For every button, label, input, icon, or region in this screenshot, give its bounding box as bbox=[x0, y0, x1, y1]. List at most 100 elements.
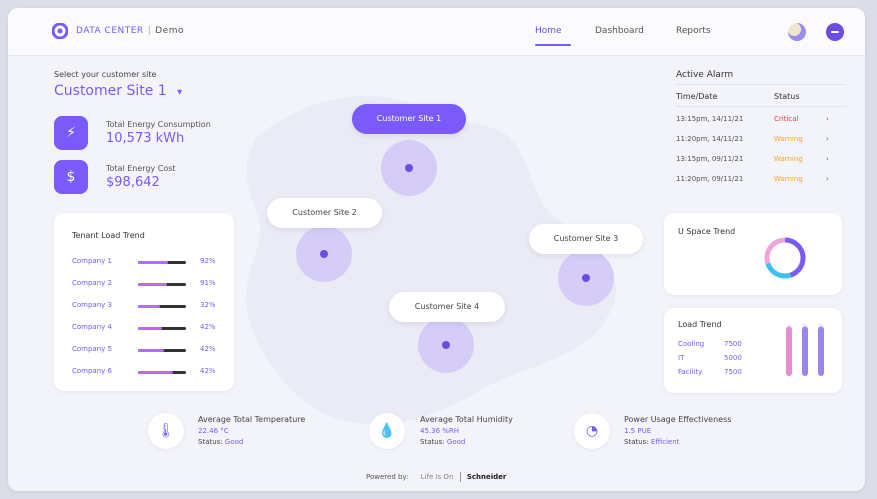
tenant-row: Company 3 32% bbox=[72, 301, 232, 313]
tenant-row: Company 2 91% bbox=[72, 279, 232, 291]
temperature-value: 22.46 °C bbox=[198, 427, 229, 435]
alarm-title: Active Alarm bbox=[676, 70, 734, 80]
tenant-bar-fill bbox=[138, 371, 173, 374]
humidity-status: Status: Good bbox=[420, 438, 465, 446]
site-4-label[interactable]: Customer Site 4 bbox=[389, 292, 505, 322]
site-4-marker[interactable] bbox=[418, 317, 474, 373]
chevron-right-icon[interactable]: › bbox=[826, 175, 829, 183]
tenant-bar-fill bbox=[138, 283, 167, 286]
humidity-status-value: Good bbox=[446, 438, 466, 446]
humidity-value: 45.36 %RH bbox=[420, 427, 460, 435]
nav-reports[interactable]: Reports bbox=[676, 26, 711, 36]
load-bar bbox=[802, 326, 808, 376]
footer-vendor-logo: Schneider bbox=[466, 473, 507, 481]
tenant-name: Company 2 bbox=[72, 279, 112, 287]
alarm-status: Warning bbox=[774, 155, 803, 163]
site-selector[interactable]: Customer Site 1 ▾ bbox=[54, 83, 182, 99]
load-row-value: 5000 bbox=[724, 354, 742, 362]
tenant-bar-fill bbox=[138, 349, 165, 352]
tenant-bar bbox=[138, 305, 186, 308]
load-row-name: Cooling bbox=[678, 340, 705, 348]
tenant-row: Company 1 92% bbox=[72, 257, 232, 269]
tenant-bar bbox=[138, 349, 186, 352]
tenant-pct: 32% bbox=[200, 301, 216, 309]
footer-divider bbox=[459, 472, 461, 482]
humidity-status-label: Status: bbox=[420, 438, 445, 446]
site-2-marker[interactable] bbox=[296, 226, 352, 282]
dollar-icon: $ bbox=[54, 160, 88, 194]
tenant-name: Company 6 bbox=[72, 367, 112, 375]
tenant-name: Company 4 bbox=[72, 323, 112, 331]
site-3-label[interactable]: Customer Site 3 bbox=[529, 224, 643, 254]
user-avatar-icon[interactable] bbox=[826, 23, 844, 41]
load-row-value: 7500 bbox=[724, 368, 742, 376]
site-1-marker[interactable] bbox=[381, 140, 437, 196]
brand-separator: | bbox=[147, 26, 152, 36]
app-brand: DATA CENTER | Demo bbox=[76, 26, 184, 36]
tenant-pct: 91% bbox=[200, 279, 216, 287]
nav-active-underline bbox=[535, 44, 571, 46]
pue-value: 1.5 PUE bbox=[624, 427, 652, 435]
top-bar: DATA CENTER | Demo Home Dashboard Reports bbox=[8, 8, 865, 56]
alarm-header-divider bbox=[676, 106, 846, 107]
tenant-load-card: Tenant Load Trend Company 1 92% Company 2 9… bbox=[54, 213, 234, 391]
thermometer-icon: 🌡 bbox=[148, 413, 184, 449]
theme-toggle-icon[interactable] bbox=[788, 23, 806, 41]
humidity-title: Average Total Humidity bbox=[420, 415, 513, 424]
kpi-energy-value: 10,573 kWh bbox=[106, 131, 185, 146]
alarm-col-time: Time/Date bbox=[676, 92, 718, 101]
tenant-bar-fill bbox=[138, 261, 168, 264]
alarm-status: Warning bbox=[774, 135, 803, 143]
gauge-icon: ◔ bbox=[574, 413, 610, 449]
chevron-right-icon[interactable]: › bbox=[826, 115, 829, 123]
chevron-right-icon[interactable]: › bbox=[826, 155, 829, 163]
kpi-cost-title: Total Energy Cost bbox=[106, 164, 176, 173]
uspace-donut bbox=[764, 237, 806, 279]
tenant-bar bbox=[138, 327, 186, 330]
alarm-divider bbox=[676, 84, 846, 85]
site-1-label[interactable]: Customer Site 1 bbox=[352, 104, 466, 134]
load-bar bbox=[786, 326, 792, 376]
tenant-load-title: Tenant Load Trend bbox=[72, 231, 145, 240]
uspace-card: U Space Trend bbox=[664, 213, 842, 295]
nav-home[interactable]: Home bbox=[535, 26, 562, 36]
tenant-bar-fill bbox=[138, 327, 162, 330]
tenant-pct: 42% bbox=[200, 323, 216, 331]
logo-icon bbox=[52, 23, 68, 39]
site-2-label[interactable]: Customer Site 2 bbox=[267, 198, 382, 228]
temperature-status-label: Status: bbox=[198, 438, 223, 446]
site-selected-value: Customer Site 1 bbox=[54, 83, 167, 99]
site-3-marker[interactable] bbox=[558, 250, 614, 306]
alarm-col-status: Status bbox=[774, 92, 800, 101]
pue-status-value: Efficient bbox=[650, 438, 680, 446]
tenant-row: Company 6 42% bbox=[72, 367, 232, 379]
temperature-title: Average Total Temperature bbox=[198, 415, 306, 424]
footer-partner-logo: Life Is On bbox=[420, 473, 454, 481]
tenant-name: Company 1 bbox=[72, 257, 112, 265]
load-trend-title: Load Trend bbox=[678, 320, 722, 329]
pue-status-label: Status: bbox=[624, 438, 649, 446]
alarm-status: Warning bbox=[774, 175, 803, 183]
footer: Powered by: Life Is On Schneider bbox=[366, 472, 506, 482]
uspace-title: U Space Trend bbox=[678, 227, 736, 236]
tenant-name: Company 3 bbox=[72, 301, 112, 309]
alarm-status: Critical bbox=[774, 115, 799, 123]
chevron-down-icon: ▾ bbox=[177, 87, 183, 98]
energy-plug-icon: ⚡ bbox=[54, 116, 88, 150]
site-select-label: Select your customer site bbox=[54, 70, 157, 79]
tenant-pct: 92% bbox=[200, 257, 216, 265]
temperature-status: Status: Good bbox=[198, 438, 243, 446]
app-window: DATA CENTER | Demo Home Dashboard Reports … bbox=[8, 8, 865, 491]
load-bar bbox=[818, 326, 824, 376]
load-trend-bars bbox=[786, 324, 824, 376]
alarm-time: 13:15pm, 14/11/21 bbox=[676, 115, 744, 123]
tenant-bar bbox=[138, 371, 186, 374]
footer-powered-label: Powered by: bbox=[366, 473, 409, 481]
humidity-drop-icon: 💧 bbox=[369, 413, 405, 449]
tenant-bar bbox=[138, 283, 186, 286]
brand-sub: Demo bbox=[155, 26, 184, 36]
chevron-right-icon[interactable]: › bbox=[826, 135, 829, 143]
nav-dashboard[interactable]: Dashboard bbox=[595, 26, 644, 36]
pue-title: Power Usage Effectiveness bbox=[624, 415, 732, 424]
alarm-time: 13:15pm, 09/11/21 bbox=[676, 155, 744, 163]
